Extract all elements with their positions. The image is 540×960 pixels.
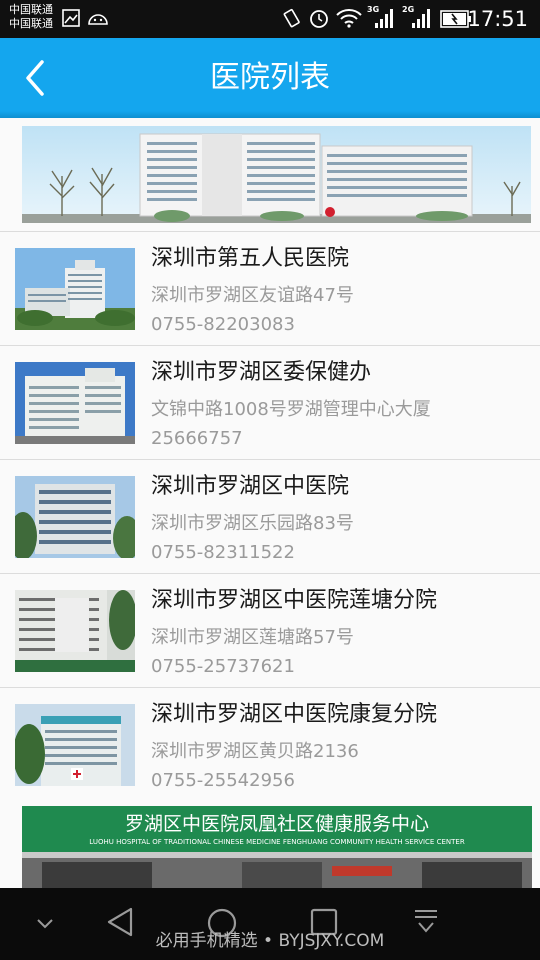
vibrate-icon [283,9,300,28]
carrier-labels: 中国联通 中国联通 [9,3,53,31]
status-bar: 中国联通 中国联通 3G 2G 17:51 [0,0,540,38]
carrier-2: 中国联通 [9,17,53,30]
hospital-phone: 0755-82311522 [151,542,295,563]
list-item[interactable]: 深圳市罗湖区委保健办 文锦中路1008号罗湖管理中心大厦 25666757 [0,346,540,460]
hospital-thumbnail [15,362,135,444]
carrier-1: 中国联通 [9,3,53,16]
hospital-name: 深圳市罗湖区中医院 [151,474,350,499]
banner-sign-english: LUOHU HOSPITAL OF TRADITIONAL CHINESE ME… [89,838,465,846]
hospital-phone: 0755-82203083 [151,314,295,335]
hospital-thumbnail [15,704,135,786]
hospital-thumbnail [15,476,135,558]
hospital-name: 深圳市罗湖区中医院康复分院 [151,702,438,727]
hospital-list: 深圳市第五人民医院 深圳市罗湖区友谊路47号 0755-82203083 深圳市… [0,232,540,802]
hospital-address: 深圳市罗湖区莲塘路57号 [151,627,354,648]
signal-icon-1 [375,9,393,28]
hospital-banner-image[interactable] [22,126,531,223]
community-center-banner-image[interactable]: 罗湖区中医院凤凰社区健康服务中心 LUOHU HOSPITAL OF TRADI… [22,806,532,890]
header-bar: 医院列表 [0,38,540,118]
hospital-phone: 0755-25542956 [151,770,295,791]
image-icon [62,9,80,27]
signal-icon-2 [412,9,430,28]
list-item[interactable]: 深圳市罗湖区中医院 深圳市罗湖区乐园路83号 0755-82311522 [0,460,540,574]
hospital-address: 深圳市罗湖区乐园路83号 [151,513,354,534]
hospital-name: 深圳市第五人民医院 [151,246,350,271]
page-title: 医院列表 [210,60,330,95]
hospital-phone: 0755-25737621 [151,656,295,677]
watermark-text: 必用手机精选 • BYJSJXY.COM [155,931,385,951]
system-nav-bar: 必用手机精选 • BYJSJXY.COM [0,888,540,960]
bottom-banner[interactable]: 罗湖区中医院凤凰社区健康服务中心 LUOHU HOSPITAL OF TRADI… [0,800,540,890]
android-icon [88,14,108,25]
clock: 17:51 [467,7,528,31]
hospital-address: 深圳市罗湖区黄贝路2136 [151,741,359,762]
list-item[interactable]: 深圳市罗湖区中医院莲塘分院 深圳市罗湖区莲塘路57号 0755-25737621 [0,574,540,688]
banner[interactable] [0,118,540,232]
header-shadow [0,111,540,118]
list-item[interactable]: 深圳市罗湖区中医院康复分院 深圳市罗湖区黄贝路2136 0755-2554295… [0,688,540,802]
hospital-name: 深圳市罗湖区委保健办 [151,360,372,385]
hospital-thumbnail [15,248,135,330]
hospital-address: 文锦中路1008号罗湖管理中心大厦 [151,399,431,420]
banner-sign-text: 罗湖区中医院凤凰社区健康服务中心 [125,813,429,835]
list-item[interactable]: 深圳市第五人民医院 深圳市罗湖区友谊路47号 0755-82203083 [0,232,540,346]
hospital-name: 深圳市罗湖区中医院莲塘分院 [151,588,438,613]
wifi-icon [336,9,362,28]
alarm-icon [310,10,328,28]
hospital-phone: 25666757 [151,428,243,449]
hospital-address: 深圳市罗湖区友谊路47号 [151,285,354,306]
hospital-thumbnail [15,590,135,672]
